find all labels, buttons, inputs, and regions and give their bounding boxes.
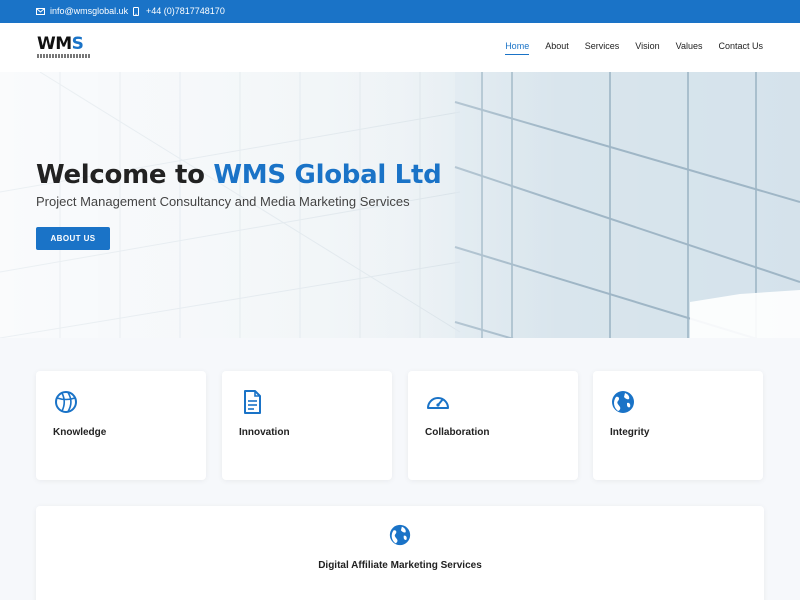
logo-accent-letter: S — [71, 34, 84, 54]
feature-card-integrity[interactable]: Integrity — [593, 371, 763, 480]
feature-label: Collaboration — [425, 427, 490, 438]
hero-section: Welcome to WMS Global Ltd Project Manage… — [0, 72, 800, 338]
nav-vision[interactable]: Vision — [635, 41, 659, 55]
hero-title: Welcome to WMS Global Ltd — [36, 160, 442, 190]
feature-card-knowledge[interactable]: Knowledge — [36, 371, 206, 480]
service-card[interactable]: Digital Affiliate Marketing Services — [36, 506, 764, 600]
mobile-phone-icon — [133, 6, 139, 16]
site-header: WMS Home About Services Vision Values Co… — [0, 23, 800, 72]
hero-subtitle: Project Management Consultancy and Media… — [36, 194, 410, 209]
service-label: Digital Affiliate Marketing Services — [318, 560, 482, 571]
nav-home[interactable]: Home — [505, 41, 530, 55]
nav-contact-us[interactable]: Contact Us — [718, 41, 763, 55]
phone-contact[interactable]: +44 (0)7817748170 — [133, 6, 225, 16]
globe-icon — [389, 524, 411, 546]
feature-label: Integrity — [610, 427, 650, 438]
email-text: info@wmsglobal.uk — [50, 6, 129, 16]
feature-card-innovation[interactable]: Innovation — [222, 371, 392, 480]
nav-services[interactable]: Services — [585, 41, 620, 55]
nav-about[interactable]: About — [545, 41, 569, 55]
logo-underline — [37, 54, 91, 58]
envelope-icon — [36, 7, 45, 15]
logo-text: WMS — [37, 34, 84, 54]
feature-label: Knowledge — [53, 427, 107, 438]
logo-wordmark: WMS — [37, 35, 93, 53]
nav-values[interactable]: Values — [676, 41, 703, 55]
about-us-button[interactable]: ABOUT US — [36, 227, 110, 250]
globe-icon — [612, 391, 634, 413]
hero-title-prefix: Welcome to — [36, 160, 205, 190]
document-icon — [244, 390, 261, 414]
site-logo[interactable]: WMS — [37, 35, 93, 59]
basketball-icon — [55, 391, 77, 413]
email-contact[interactable]: info@wmsglobal.uk — [36, 6, 128, 16]
hero-title-brand: WMS Global Ltd — [213, 160, 442, 190]
gauge-icon — [427, 397, 449, 409]
phone-text: +44 (0)7817748170 — [146, 6, 225, 16]
main-nav: Home About Services Vision Values Contac… — [505, 41, 763, 55]
feature-card-collaboration[interactable]: Collaboration — [408, 371, 578, 480]
top-contact-bar: info@wmsglobal.uk +44 (0)7817748170 — [0, 0, 800, 23]
feature-label: Innovation — [239, 427, 290, 438]
